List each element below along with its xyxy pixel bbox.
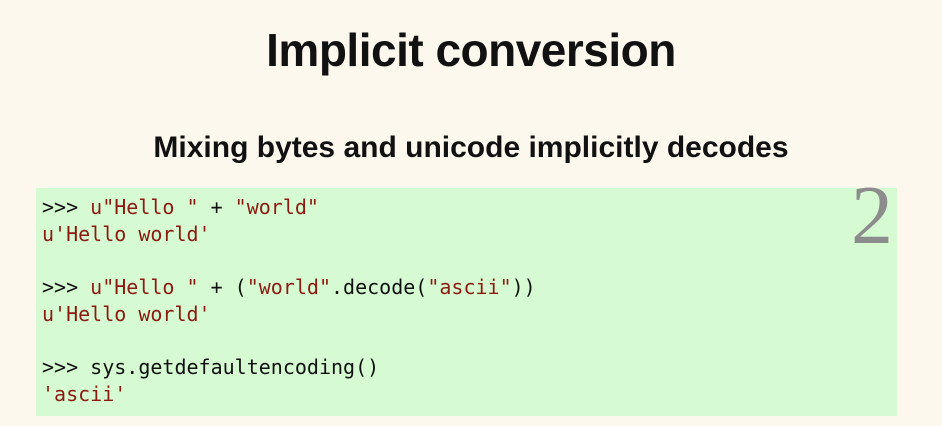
code-output-line-1: u'Hello world'	[42, 221, 211, 246]
prompt: >>>	[42, 275, 91, 299]
code-input-line-2: >>> u"Hello " + ("world".decode("ascii")…	[42, 274, 897, 301]
code-input-line-3: >>> sys.getdefaultencoding()	[42, 354, 897, 381]
prompt: >>>	[42, 355, 91, 379]
closing-parens: ))	[511, 275, 536, 299]
operator: +	[198, 195, 235, 219]
slide-title: Implicit conversion	[266, 24, 676, 76]
string-literal: u"Hello "	[90, 275, 199, 299]
string-literal: u"Hello "	[90, 195, 199, 219]
string-literal: "world"	[246, 275, 332, 299]
prompt: >>>	[42, 195, 91, 219]
code-output-line-3: 'ascii'	[42, 381, 127, 406]
slide-number: 2	[851, 169, 893, 262]
operator: + (	[198, 275, 247, 299]
function-call: sys.getdefaultencoding()	[90, 355, 380, 379]
method-call: .decode(	[331, 275, 428, 299]
string-literal: "ascii"	[427, 275, 512, 299]
code-input-line-1: >>> u"Hello " + "world"	[42, 194, 897, 221]
slide-subtitle: Mixing bytes and unicode implicitly deco…	[153, 131, 789, 164]
code-output-line-2: u'Hello world'	[42, 301, 211, 326]
code-panel: 2 >>> u"Hello " + "world" u'Hello world'…	[36, 169, 897, 416]
string-literal: "world"	[234, 195, 319, 219]
